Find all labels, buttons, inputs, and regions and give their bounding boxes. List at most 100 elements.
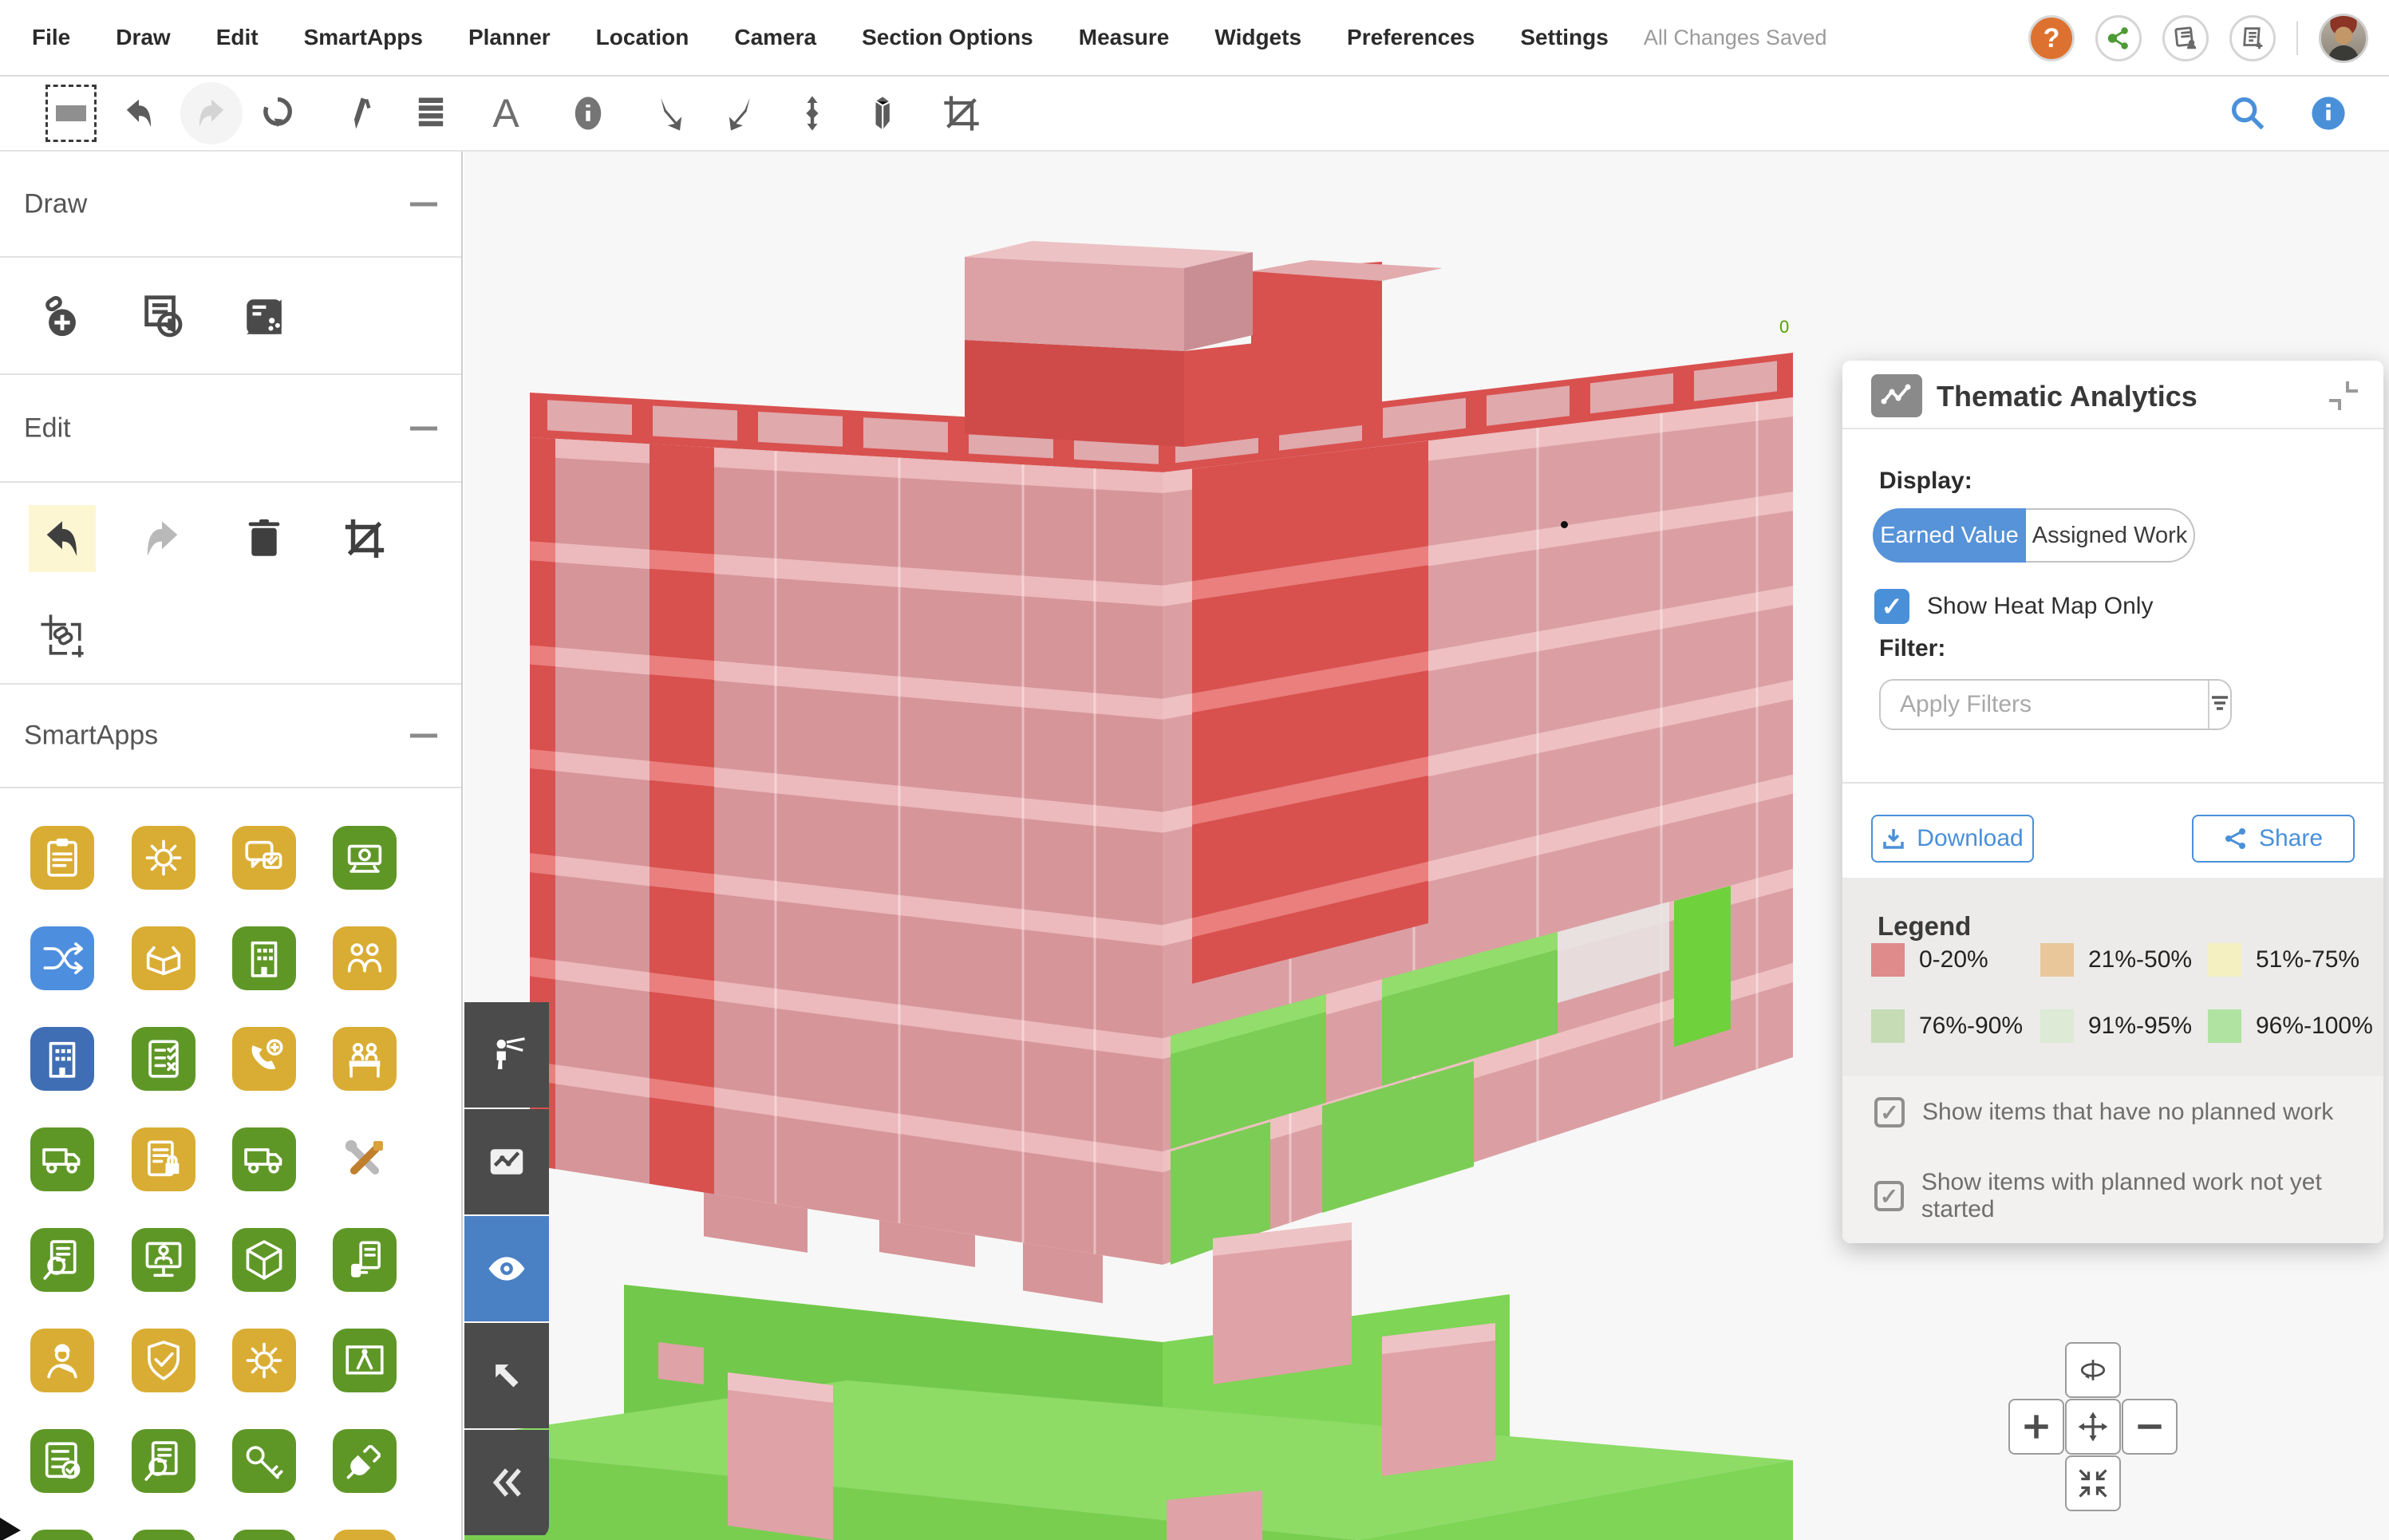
smartapp-tile-truck[interactable] xyxy=(232,1127,296,1191)
smartapp-tile-plug[interactable] xyxy=(333,1429,397,1493)
not-started-checkbox[interactable]: ✓ xyxy=(1874,1181,1904,1211)
search-button[interactable] xyxy=(2222,88,2273,139)
collapse-icon[interactable] xyxy=(410,426,437,430)
user-avatar[interactable] xyxy=(2319,14,2368,63)
smartapp-tile-shuffle[interactable] xyxy=(30,926,94,990)
smartapp-tile-truck[interactable] xyxy=(30,1127,94,1191)
filter-dropdown-button[interactable] xyxy=(2208,681,2232,729)
smartapp-tile-chat[interactable] xyxy=(232,826,296,890)
edit-redo-button[interactable] xyxy=(136,513,188,564)
smartapp-tile-building[interactable] xyxy=(232,926,296,990)
crop-tool[interactable] xyxy=(936,88,987,139)
redo-button[interactable] xyxy=(180,82,243,144)
smartapp-tile-blueprint[interactable] xyxy=(333,1329,397,1392)
zoom-out-button[interactable] xyxy=(2122,1399,2178,1455)
model-viewport[interactable]: 0 Thematic Analytics xyxy=(464,152,2389,1540)
hatch-layers-tool[interactable] xyxy=(405,88,456,139)
smartapp-tile-worker[interactable] xyxy=(30,1329,94,1392)
menu-item-settings[interactable]: Settings xyxy=(1520,25,1608,50)
add-image-note-tool[interactable] xyxy=(239,291,290,342)
text-tool[interactable]: A xyxy=(480,88,531,139)
info-button[interactable] xyxy=(2303,88,2354,139)
smartapp-tile-clipboard[interactable] xyxy=(30,826,94,890)
bend-arrow-right-tool[interactable] xyxy=(716,88,767,139)
box-3d-tool[interactable] xyxy=(855,88,906,139)
smartapp-tile-cube[interactable] xyxy=(232,1228,296,1292)
smartapp-tile-people[interactable] xyxy=(333,926,397,990)
section-title-smartapps: SmartApps xyxy=(24,721,158,752)
orbit-button[interactable] xyxy=(2065,1342,2121,1398)
crop-link-tool[interactable] xyxy=(37,610,88,661)
menu-item-location[interactable]: Location xyxy=(596,25,689,50)
share-network-button[interactable] xyxy=(2095,15,2142,61)
smartapp-tile-key[interactable] xyxy=(232,1429,296,1493)
delete-button[interactable] xyxy=(239,513,290,564)
help-button[interactable]: ? xyxy=(2028,15,2075,61)
menu-item-widgets[interactable]: Widgets xyxy=(1214,25,1301,50)
zoom-in-button[interactable] xyxy=(2008,1399,2064,1455)
menu-item-edit[interactable]: Edit xyxy=(216,25,259,50)
download-button[interactable]: Download xyxy=(1871,815,2034,863)
first-person-view-button[interactable] xyxy=(464,1002,549,1108)
section-header-draw[interactable]: Draw xyxy=(0,152,461,258)
select-arrow-button[interactable] xyxy=(464,1323,549,1428)
smartapp-tile-desk[interactable] xyxy=(333,1027,397,1091)
fit-view-button[interactable] xyxy=(2065,1455,2121,1511)
collapse-icon[interactable] xyxy=(410,202,437,206)
rotate-tool[interactable] xyxy=(252,88,303,139)
menu-item-preferences[interactable]: Preferences xyxy=(1347,25,1475,50)
marker-tool[interactable] xyxy=(339,88,390,139)
smartapp-tile-building[interactable] xyxy=(30,1027,94,1091)
smartapp-tile-form[interactable] xyxy=(30,1429,94,1493)
note-add-button[interactable] xyxy=(2229,15,2276,61)
smartapp-tile-gear[interactable] xyxy=(232,1329,296,1392)
add-note-tool[interactable] xyxy=(136,291,188,342)
section-header-edit[interactable]: Edit xyxy=(0,375,461,483)
edit-undo-button[interactable] xyxy=(29,505,96,572)
toggle-earned-value[interactable]: Earned Value xyxy=(1873,508,2026,563)
share-button[interactable]: Share xyxy=(2192,815,2355,863)
menu-item-draw[interactable]: Draw xyxy=(116,25,170,50)
collapse-toolbar-button[interactable] xyxy=(464,1430,549,1535)
smartapp-tile-monitor[interactable] xyxy=(132,1228,195,1292)
no-planned-work-checkbox[interactable]: ✓ xyxy=(1874,1097,1905,1127)
bend-arrow-left-tool[interactable] xyxy=(644,88,695,139)
add-link-tool[interactable] xyxy=(37,291,88,342)
smartapp-tile-searchdoc[interactable] xyxy=(132,1429,195,1493)
smartapp-tile-generic[interactable] xyxy=(30,1530,94,1540)
smartapp-tile-hand[interactable] xyxy=(333,1228,397,1292)
expand-panel-icon[interactable] xyxy=(2326,378,2361,413)
menu-item-file[interactable]: File xyxy=(32,25,70,50)
menu-item-measure[interactable]: Measure xyxy=(1079,25,1170,50)
heatmap-only-checkbox[interactable]: ✓ xyxy=(1874,589,1909,624)
filter-input[interactable] xyxy=(1881,681,2208,729)
notes-person-button[interactable] xyxy=(2162,15,2209,61)
edit-crop-button[interactable] xyxy=(339,513,390,564)
menu-item-smartapps[interactable]: SmartApps xyxy=(304,25,423,50)
smartapp-tile-searchdoc[interactable] xyxy=(30,1228,94,1292)
marquee-select-tool[interactable] xyxy=(45,88,97,139)
collapse-icon[interactable] xyxy=(410,734,437,738)
smartapp-tile-generic[interactable] xyxy=(132,1530,195,1540)
smartapp-tile-tools[interactable] xyxy=(333,1127,397,1191)
menu-item-section-options[interactable]: Section Options xyxy=(862,25,1033,50)
analytics-view-button[interactable] xyxy=(464,1109,549,1214)
smartapp-tile-generic[interactable] xyxy=(232,1530,296,1540)
smartapp-tile-box[interactable] xyxy=(132,926,195,990)
visibility-button[interactable] xyxy=(464,1216,549,1321)
smartapp-tile-doclock[interactable] xyxy=(132,1127,195,1191)
smartapp-tile-shield[interactable] xyxy=(132,1329,195,1392)
smartapp-tile-checklist[interactable] xyxy=(132,1027,195,1091)
menu-item-planner[interactable]: Planner xyxy=(468,25,551,50)
menu-item-camera[interactable]: Camera xyxy=(734,25,816,50)
section-header-smartapps[interactable]: SmartApps xyxy=(0,685,461,788)
toggle-assigned-work[interactable]: Assigned Work xyxy=(2026,508,2195,563)
smartapp-tile-phone[interactable] xyxy=(232,1027,296,1091)
smartapp-tile-generic[interactable] xyxy=(333,1530,397,1540)
smartapp-tile-gear[interactable] xyxy=(132,826,195,890)
pan-button[interactable] xyxy=(2065,1399,2121,1455)
info-tool[interactable] xyxy=(563,88,614,139)
vertical-move-tool[interactable] xyxy=(787,88,838,139)
smartapp-tile-money[interactable] xyxy=(333,826,397,890)
undo-button[interactable] xyxy=(113,88,164,139)
